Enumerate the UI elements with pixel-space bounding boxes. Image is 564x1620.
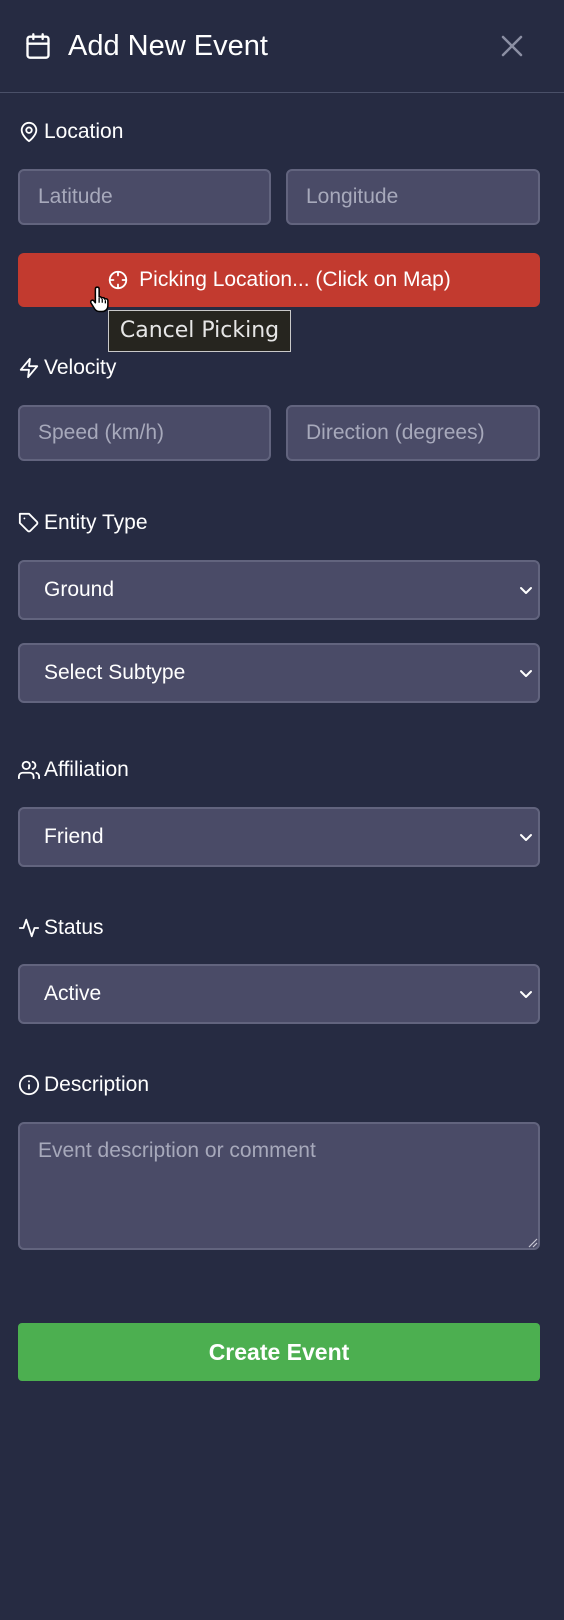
entity-type-label: Entity Type [18,509,148,537]
status-label-text: Status [44,916,104,939]
pick-location-label: Picking Location... (Click on Map) [139,268,451,291]
resize-grip-icon[interactable] [526,1236,538,1248]
chevron-down-icon [520,587,532,594]
chevron-down-icon [520,991,532,998]
entity-subtype-value: Select Subtype [44,661,186,684]
entity-type-value: Ground [44,578,115,601]
direction-input[interactable] [286,405,540,461]
cancel-picking-tooltip: Cancel Picking [108,310,291,352]
status-label: Status [18,914,104,942]
entity-type-label-text: Entity Type [44,511,148,534]
chevron-down-icon [520,670,532,677]
latitude-input[interactable] [18,169,271,225]
status-value: Active [44,982,102,1005]
map-pin-icon [20,121,38,143]
dialog-title: Add New Event [68,30,268,62]
dialog-header: Add New Event [0,0,564,93]
description-label: Description [18,1071,149,1099]
create-event-button[interactable]: Create Event [18,1323,540,1381]
affiliation-label-text: Affiliation [44,758,129,781]
location-label-text: Location [44,120,124,143]
entity-type-select[interactable]: Ground [18,560,540,620]
close-icon[interactable] [496,30,528,62]
affiliation-label: Affiliation [18,756,129,784]
description-textarea[interactable] [18,1122,540,1250]
users-icon [18,760,40,780]
velocity-label-text: Velocity [44,356,117,379]
description-label-text: Description [44,1073,150,1096]
chevron-down-icon [520,834,532,841]
entity-subtype-select[interactable]: Select Subtype [18,643,540,703]
affiliation-value: Friend [44,825,104,848]
affiliation-select[interactable]: Friend [18,807,540,867]
location-label: Location [18,118,123,146]
longitude-input[interactable] [286,169,540,225]
info-icon [18,1074,40,1096]
velocity-label: Velocity [18,354,116,382]
activity-icon [18,918,40,938]
tag-icon [18,512,39,533]
status-select[interactable]: Active [18,964,540,1024]
calendar-icon [26,33,50,59]
speed-input[interactable] [18,405,271,461]
lightning-icon [19,357,39,379]
